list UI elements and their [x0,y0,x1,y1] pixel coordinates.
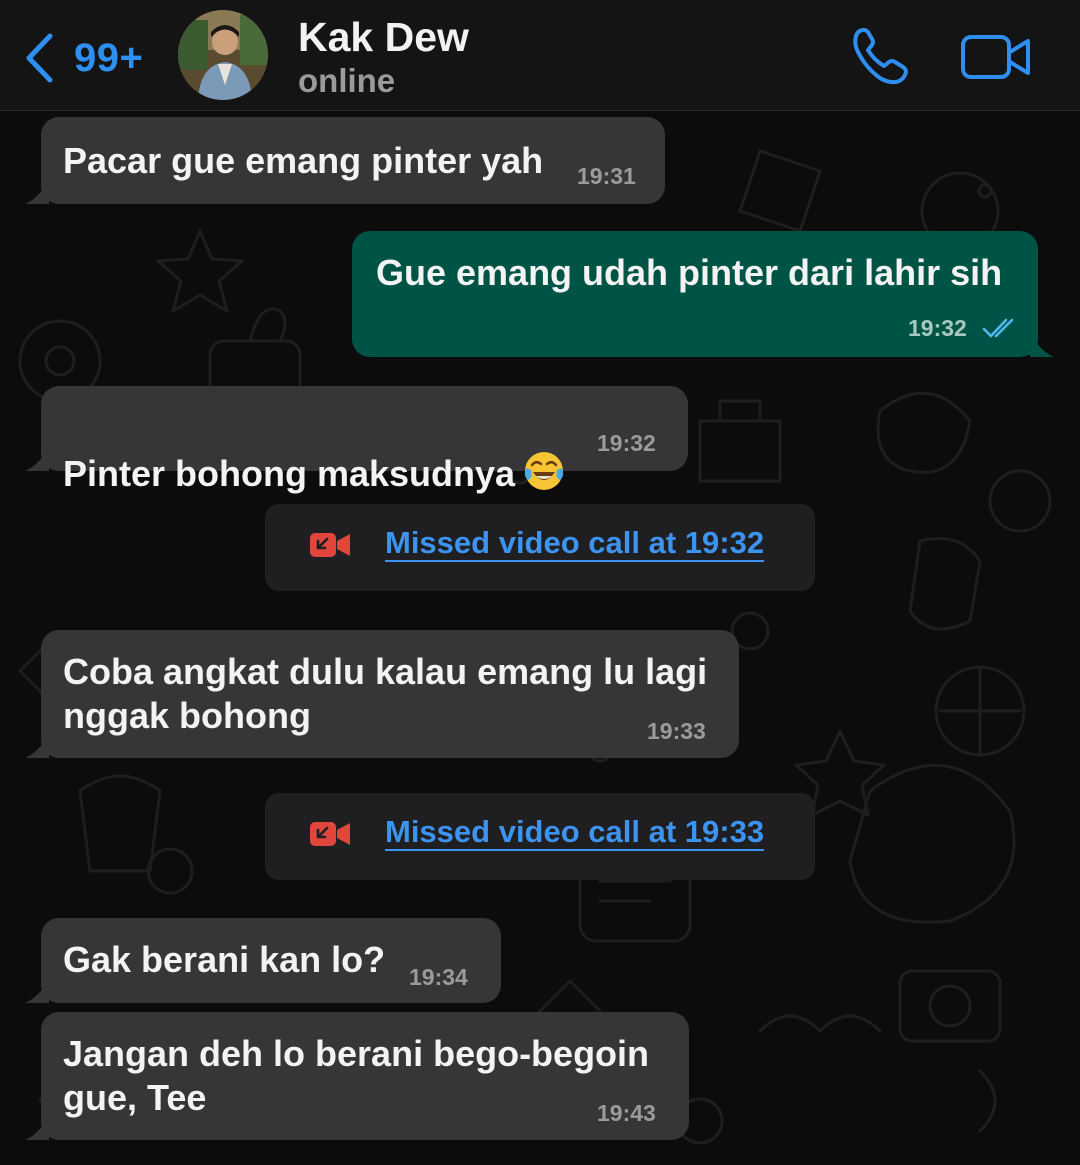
message-text: Gue emang udah pinter dari lahir sih [376,252,1003,293]
missed-call-link[interactable]: Missed video call at 19:32 [385,526,765,562]
video-call-button[interactable] [960,32,1032,82]
message-bubble-outgoing[interactable]: Gue emang udah pinter dari lahir sih 19:… [352,231,1054,357]
message-bubble-incoming[interactable]: Gak berani kan lo? 19:34 [25,918,501,1003]
missed-video-call-icon [310,533,350,557]
bubble-tail [25,979,49,1003]
chat-screen: 99+ Kak Dew online Pacar gue emang pinte… [0,0,1080,1165]
message-text: Pinter bohong maksudnya [63,406,565,496]
contact-name[interactable]: Kak Dew [298,14,469,61]
message-bubble-incoming[interactable]: Coba angkat dulu kalau emang lu lagi ngg… [25,630,739,758]
phone-icon [853,28,908,85]
face-with-tears-of-joy-icon [524,452,564,490]
message-timestamp: 19:31 [577,163,636,189]
message-text: Gak berani kan lo? [63,939,386,980]
message-text-content: Pinter bohong maksudnya [63,453,516,494]
message-bubble-incoming[interactable]: Pacar gue emang pinter yah 19:31 [25,117,665,204]
bubble-tail [25,734,49,758]
missed-call-notice: Missed video call at 19:32 [265,504,815,591]
message-timestamp: 19:32 [597,430,656,456]
video-camera-icon [961,35,1030,79]
bubble-tail [25,1116,49,1140]
missed-call-notice: Missed video call at 19:33 [265,793,815,880]
double-check-read-icon [982,318,1014,338]
contact-status: online [298,62,396,99]
voice-call-button[interactable] [850,26,912,86]
chat-header: 99+ Kak Dew online [0,0,1080,111]
message-text: Coba angkat dulu kalau emang lu lagi ngg… [63,651,708,736]
message-timestamp: 19:32 [908,315,967,341]
message-bubble-incoming[interactable]: Jangan deh lo berani bego-begoin gue, Te… [25,1012,689,1140]
message-bubble-incoming[interactable]: Pinter bohong maksudnya 19:32 [25,386,688,494]
message-timestamp: 19:43 [597,1100,656,1126]
message-timestamp: 19:34 [409,964,468,990]
missed-video-call-icon [310,822,350,846]
avatar[interactable] [178,10,268,100]
missed-call-link[interactable]: Missed video call at 19:33 [385,815,765,851]
message-text: Pacar gue emang pinter yah [63,140,544,181]
chevron-left-icon [26,33,53,83]
message-list[interactable]: Pacar gue emang pinter yah 19:31 Gue ema… [0,111,1080,1165]
bubble-tail [1030,333,1054,357]
back-button[interactable]: 99+ [24,28,143,88]
unread-count-badge: 99+ [74,35,144,80]
message-timestamp: 19:33 [647,718,706,744]
message-text: Jangan deh lo berani bego-begoin gue, Te… [63,1033,650,1118]
bubble-tail [25,447,49,471]
bubble-tail [25,180,49,204]
